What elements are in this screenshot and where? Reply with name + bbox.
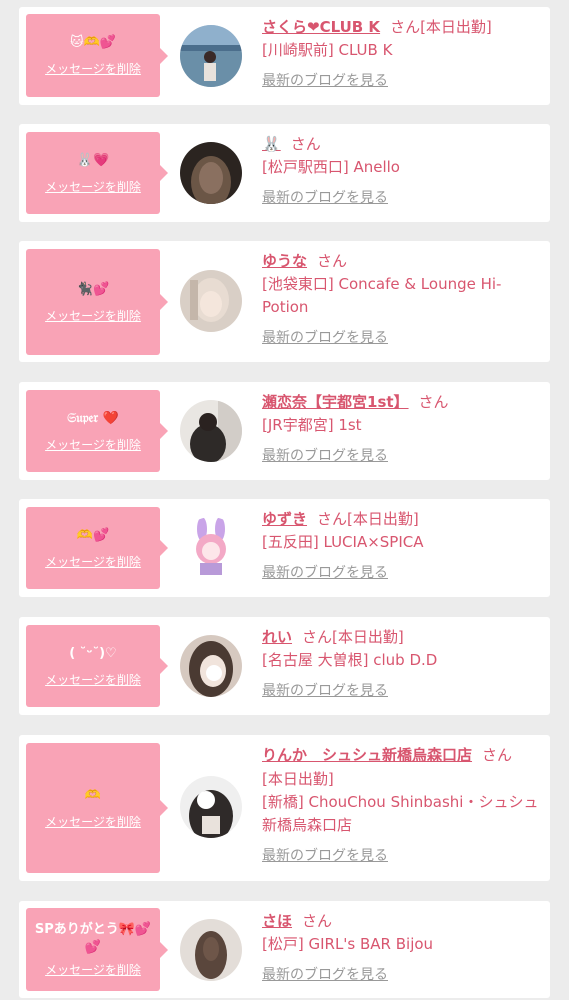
honorific: さん xyxy=(482,746,513,764)
cast-name-link[interactable]: れい xyxy=(262,628,292,646)
cast-info: さほ さん [松戸] GIRL's BAR Bijou 最新のブログを見る xyxy=(262,909,544,984)
shop-name: [川崎駅前] CLUB K xyxy=(262,41,393,59)
shop-name: [池袋東口] Concafe & Lounge Hi-Potion xyxy=(262,275,502,316)
message-text: 𝔖𝔲𝔭𝔢𝔯 ❤️ xyxy=(67,410,119,426)
shift-status: [本日出勤] xyxy=(262,770,334,788)
cast-name-link[interactable]: 🐰 xyxy=(262,135,281,153)
cast-name-link[interactable]: 瀬恋奈【宇都宮1st】 xyxy=(262,393,409,411)
cast-info: りんか シュシュ新橋烏森口店 さん [本日出勤] [新橋] ChouChou Shi… xyxy=(262,743,544,865)
avatar[interactable] xyxy=(180,25,242,87)
avatar[interactable] xyxy=(180,919,242,981)
message-text: SPありがとう🎀💕💕 xyxy=(34,922,152,955)
message-bubble: 🫶 メッセージを削除 xyxy=(26,743,168,873)
honorific: さん xyxy=(418,393,449,411)
blog-link[interactable]: 最新のブログを見る xyxy=(262,680,388,700)
cast-name-link[interactable]: ゆずき xyxy=(262,510,307,528)
message-card: 🫶💕 メッセージを削除 ゆずき さん[本日出勤] [五反田] LUCIA×SPIC… xyxy=(19,499,550,597)
delete-message-link[interactable]: メッセージを削除 xyxy=(45,813,141,830)
message-card: 🐰💗 メッセージを削除 🐰 さん [松戸駅西口] Anello 最新のブログを見る xyxy=(19,124,550,222)
cast-info: 🐰 さん [松戸駅西口] Anello 最新のブログを見る xyxy=(262,132,544,207)
avatar[interactable] xyxy=(180,635,242,697)
honorific: さん xyxy=(317,252,348,270)
shift-status: [本日出勤] xyxy=(347,510,419,528)
message-text: 🐈‍⬛💕 xyxy=(76,281,110,297)
delete-message-link[interactable]: メッセージを削除 xyxy=(45,671,141,688)
blog-link[interactable]: 最新のブログを見る xyxy=(262,445,388,465)
cast-info: ゆうな さん [池袋東口] Concafe & Lounge Hi-Potion … xyxy=(262,249,544,347)
delete-message-link[interactable]: メッセージを削除 xyxy=(45,961,141,978)
shop-name: [松戸駅西口] Anello xyxy=(262,158,400,176)
blog-link[interactable]: 最新のブログを見る xyxy=(262,187,388,207)
honorific: さん xyxy=(302,912,333,930)
message-bubble: 🐱🫶💕 メッセージを削除 xyxy=(26,14,168,97)
cast-info: ゆずき さん[本日出勤] [五反田] LUCIA×SPICA 最新のブログを見る xyxy=(262,507,544,582)
shop-name: [新橋] ChouChou Shinbashi・シュシュ新橋烏森口店 xyxy=(262,793,539,834)
message-bubble: 𝔖𝔲𝔭𝔢𝔯 ❤️ メッセージを削除 xyxy=(26,390,168,472)
blog-link[interactable]: 最新のブログを見る xyxy=(262,70,388,90)
message-text: ( ˘ᵕ˘)♡ xyxy=(69,645,117,661)
message-card: 𝔖𝔲𝔭𝔢𝔯 ❤️ メッセージを削除 瀬恋奈【宇都宮1st】 さん [JR宇都宮] … xyxy=(19,382,550,480)
shift-status: [本日出勤] xyxy=(420,18,492,36)
cast-info: 瀬恋奈【宇都宮1st】 さん [JR宇都宮] 1st 最新のブログを見る xyxy=(262,390,544,465)
message-card: SPありがとう🎀💕💕 メッセージを削除 さほ さん [松戸] GIRL's BAR… xyxy=(19,901,550,998)
message-text: 🐱🫶💕 xyxy=(70,35,116,50)
shift-status: [本日出勤] xyxy=(332,628,404,646)
message-text: 🐰💗 xyxy=(76,152,110,168)
message-bubble: 🐈‍⬛💕 メッセージを削除 xyxy=(26,249,168,355)
message-bubble: 🫶💕 メッセージを削除 xyxy=(26,507,168,589)
message-text: 🫶💕 xyxy=(76,527,110,543)
honorific: さん xyxy=(290,135,321,153)
honorific: さん xyxy=(390,18,421,36)
delete-message-link[interactable]: メッセージを削除 xyxy=(45,60,141,77)
delete-message-link[interactable]: メッセージを削除 xyxy=(45,436,141,453)
shop-name: [JR宇都宮] 1st xyxy=(262,416,362,434)
honorific: さん xyxy=(317,510,348,528)
cast-name-link[interactable]: りんか シュシュ新橋烏森口店 xyxy=(262,746,472,764)
avatar[interactable] xyxy=(180,142,242,204)
delete-message-link[interactable]: メッセージを削除 xyxy=(45,553,141,570)
message-text: 🫶 xyxy=(84,787,102,803)
cast-info: れい さん[本日出勤] [名古屋 大曽根] club D.D 最新のブログを見る xyxy=(262,625,544,700)
cast-info: さくら❤CLUB K さん[本日出勤] [川崎駅前] CLUB K 最新のブログを… xyxy=(262,15,544,90)
blog-link[interactable]: 最新のブログを見る xyxy=(262,562,388,582)
blog-link[interactable]: 最新のブログを見る xyxy=(262,845,388,865)
message-bubble: ( ˘ᵕ˘)♡ メッセージを削除 xyxy=(26,625,168,707)
message-bubble: SPありがとう🎀💕💕 メッセージを削除 xyxy=(26,908,168,991)
shop-name: [五反田] LUCIA×SPICA xyxy=(262,533,424,551)
cast-name-link[interactable]: さほ xyxy=(262,912,292,930)
cast-name-link[interactable]: ゆうな xyxy=(262,252,307,270)
delete-message-link[interactable]: メッセージを削除 xyxy=(45,307,141,324)
honorific: さん xyxy=(302,628,333,646)
avatar[interactable] xyxy=(180,400,242,462)
message-card: ( ˘ᵕ˘)♡ メッセージを削除 れい さん[本日出勤] [名古屋 大曽根] cl… xyxy=(19,617,550,715)
blog-link[interactable]: 最新のブログを見る xyxy=(262,327,388,347)
shop-name: [松戸] GIRL's BAR Bijou xyxy=(262,935,434,953)
message-card: 🐱🫶💕 メッセージを削除 さくら❤CLUB K さん[本日出勤] [川崎駅前] C… xyxy=(19,7,550,105)
avatar[interactable] xyxy=(180,270,242,332)
message-card: 🫶 メッセージを削除 りんか シュシュ新橋烏森口店 さん [本日出勤] [新橋] C… xyxy=(19,735,550,881)
avatar[interactable] xyxy=(180,517,242,579)
blog-link[interactable]: 最新のブログを見る xyxy=(262,964,388,984)
message-bubble: 🐰💗 メッセージを削除 xyxy=(26,132,168,214)
message-card: 🐈‍⬛💕 メッセージを削除 ゆうな さん [池袋東口] Concafe & Lou… xyxy=(19,241,550,362)
shop-name: [名古屋 大曽根] club D.D xyxy=(262,651,438,669)
delete-message-link[interactable]: メッセージを削除 xyxy=(45,178,141,195)
avatar[interactable] xyxy=(180,776,242,838)
cast-name-link[interactable]: さくら❤CLUB K xyxy=(262,18,380,36)
